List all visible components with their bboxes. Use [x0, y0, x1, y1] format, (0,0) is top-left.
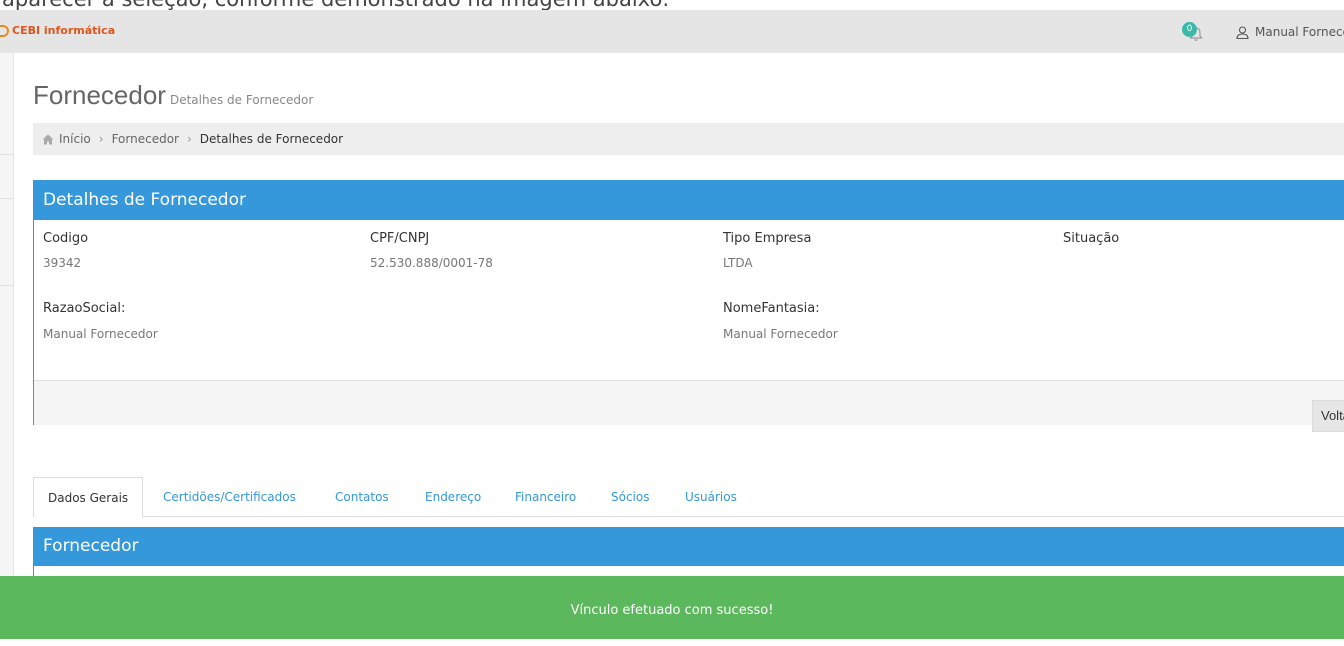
tab-financeiro[interactable]: Financeiro	[515, 477, 576, 517]
top-header: CEBI informática 0 Manual Fornecedor	[0, 10, 1344, 53]
page-title-text: Fornecedor	[33, 80, 166, 110]
tipo-empresa-value: LTDA	[723, 256, 753, 270]
notification-count-badge: 0	[1182, 22, 1197, 37]
tipo-empresa-label: Tipo Empresa	[723, 231, 812, 246]
chevron-right-icon: ›	[98, 132, 104, 146]
back-button[interactable]: Voltar	[1312, 400, 1344, 432]
section-panel-title: Fornecedor	[34, 527, 1344, 566]
breadcrumb-link-fornecedor[interactable]: Fornecedor	[112, 132, 179, 146]
user-icon	[1236, 25, 1249, 39]
tab-bar: Dados Gerais Certidões/Certificados Cont…	[33, 477, 1344, 518]
panel-footer: Voltar	[34, 380, 1344, 432]
logo-mark-icon	[0, 24, 9, 37]
page-title: Fornecedor Detalhes de Fornecedor	[33, 80, 313, 111]
situacao-label: Situação	[1063, 231, 1120, 246]
success-toast[interactable]: Vínculo efetuado com sucesso!	[0, 576, 1344, 639]
page-subtitle: Detalhes de Fornecedor	[169, 93, 314, 107]
nome-fantasia-label: NomeFantasia:	[723, 301, 820, 316]
chevron-right-icon: ›	[186, 132, 192, 146]
razao-social-label: RazaoSocial:	[43, 301, 126, 316]
breadcrumb-current: Detalhes de Fornecedor	[199, 132, 344, 146]
codigo-label: Codigo	[43, 231, 89, 246]
brand-logo[interactable]: CEBI informática	[0, 24, 115, 37]
tab-contatos[interactable]: Contatos	[335, 477, 389, 517]
home-icon	[42, 134, 54, 144]
brand-name: CEBI informática	[12, 24, 116, 37]
cpf-cnpj-label: CPF/CNPJ	[370, 231, 430, 246]
panel-title: Detalhes de Fornecedor	[34, 181, 1344, 220]
breadcrumb-link-inicio[interactable]: Início	[59, 132, 91, 146]
tab-endereco[interactable]: Endereço	[425, 477, 481, 517]
sidebar-divider	[0, 154, 14, 155]
breadcrumb: Início › Fornecedor › Detalhes de Fornec…	[33, 123, 1344, 155]
document-text: aparecer a seleção, conforme demonstrado…	[2, 0, 669, 10]
tab-usuarios[interactable]: Usuários	[685, 477, 737, 517]
sidebar-divider	[0, 198, 14, 199]
document-text-strip: aparecer a seleção, conforme demonstrado…	[0, 0, 1344, 10]
notifications-button[interactable]: 0	[1180, 20, 1208, 46]
user-name: Manual Fornecedor	[1255, 25, 1344, 39]
toast-message: Vínculo efetuado com sucesso!	[570, 603, 774, 618]
sidebar-collapsed	[0, 53, 14, 639]
razao-social-value: Manual Fornecedor	[43, 327, 158, 341]
tab-certidoes-certificados[interactable]: Certidões/Certificados	[163, 477, 296, 517]
sidebar-divider	[0, 285, 14, 286]
cpf-cnpj-value: 52.530.888/0001-78	[370, 256, 493, 270]
nome-fantasia-value: Manual Fornecedor	[723, 327, 838, 341]
codigo-value: 39342	[43, 256, 82, 270]
supplier-details-panel: Detalhes de Fornecedor Codigo 39342 CPF/…	[33, 180, 1344, 432]
tab-socios[interactable]: Sócios	[611, 477, 649, 517]
user-menu[interactable]: Manual Fornecedor	[1236, 25, 1344, 39]
tab-dados-gerais[interactable]: Dados Gerais	[33, 477, 144, 518]
